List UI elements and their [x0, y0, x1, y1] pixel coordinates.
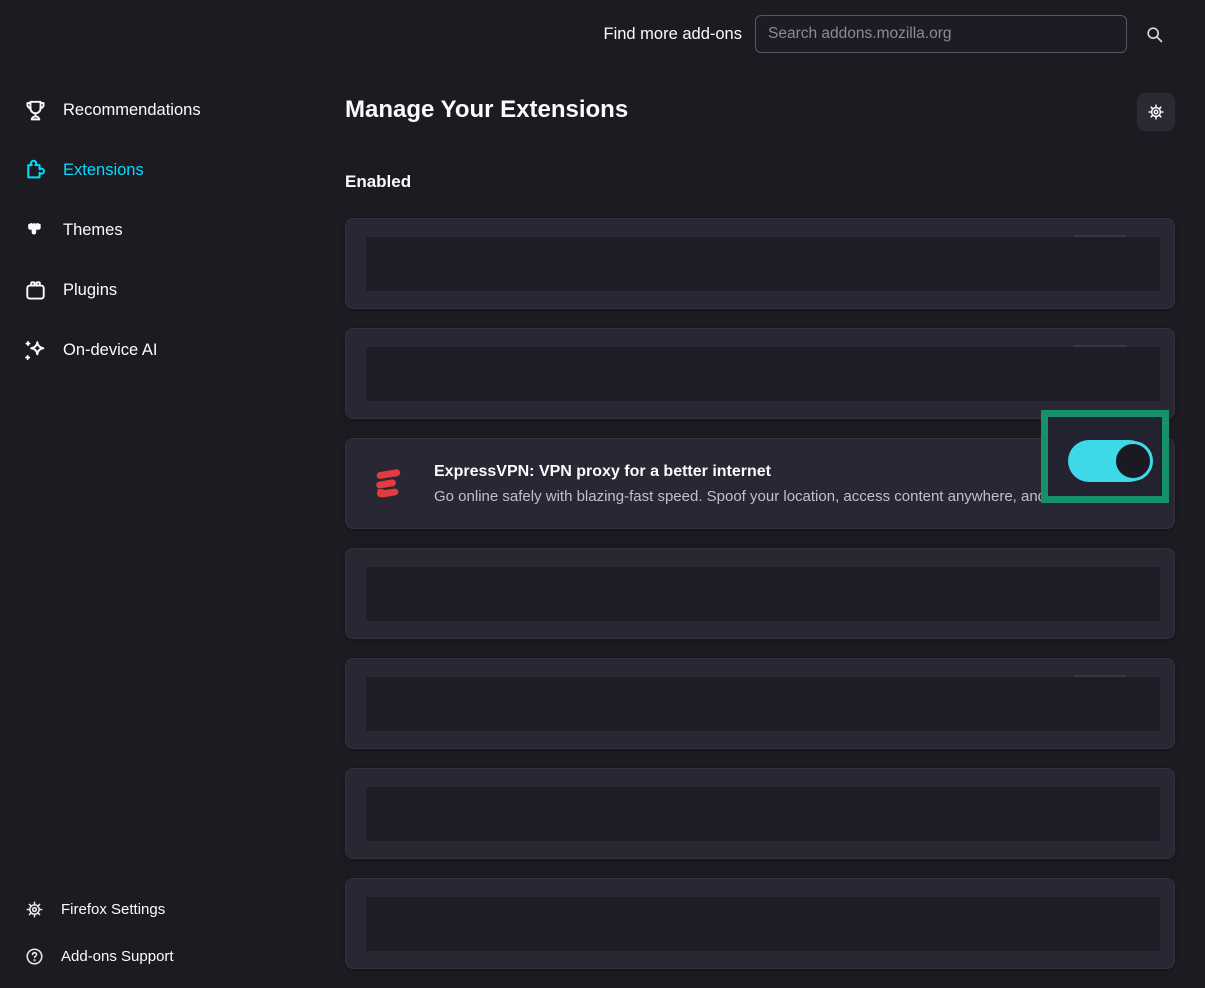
extension-card-redacted[interactable] — [345, 878, 1175, 969]
tools-for-all-addons-button[interactable] — [1137, 93, 1175, 131]
sidebar-item-label: On-device AI — [63, 341, 157, 360]
sidebar-item-themes[interactable]: Themes — [0, 200, 330, 260]
sidebar-item-label: Themes — [63, 221, 123, 240]
question-icon — [24, 946, 45, 967]
extension-card-redacted[interactable] — [345, 658, 1175, 749]
redacted-content — [366, 897, 1160, 951]
sidebar-item-label: Plugins — [63, 281, 117, 300]
extension-card-redacted[interactable] — [345, 328, 1175, 419]
top-search-bar: Find more add-ons — [0, 0, 1205, 68]
puzzle-icon — [22, 157, 49, 184]
gear-icon — [1146, 102, 1166, 122]
sidebar-item-plugins[interactable]: Plugins — [0, 260, 330, 320]
redacted-content — [366, 677, 1160, 731]
toggle-knob — [1113, 441, 1153, 481]
category-sidebar: Recommendations Extensions Themes — [0, 80, 330, 380]
page-title: Manage Your Extensions — [345, 96, 628, 124]
extension-card-redacted[interactable] — [345, 548, 1175, 639]
sidebar-item-label: Firefox Settings — [61, 901, 165, 918]
search-input[interactable] — [755, 15, 1127, 53]
sidebar-item-recommendations[interactable]: Recommendations — [0, 80, 330, 140]
sidebar-footer: Firefox Settings Add-ons Support — [0, 886, 330, 980]
extension-card-list: ExpressVPN: VPN proxy for a better inter… — [345, 218, 1175, 969]
sidebar-item-label: Add-ons Support — [61, 948, 174, 965]
redacted-content — [366, 347, 1160, 401]
extension-card-redacted[interactable] — [345, 218, 1175, 309]
annotation-highlight-box — [1041, 410, 1169, 503]
sidebar-item-addons-support[interactable]: Add-ons Support — [0, 933, 330, 980]
sidebar-item-label: Extensions — [63, 161, 144, 180]
sparkle-icon — [22, 337, 49, 364]
paintbrush-icon — [22, 217, 49, 244]
extension-enable-toggle[interactable] — [1068, 440, 1150, 482]
sidebar-item-extensions[interactable]: Extensions — [0, 140, 330, 200]
enabled-section-heading: Enabled — [345, 172, 411, 192]
sidebar-item-firefox-settings[interactable]: Firefox Settings — [0, 886, 330, 933]
redacted-content — [366, 567, 1160, 621]
sidebar-item-label: Recommendations — [63, 101, 201, 120]
extension-card-redacted[interactable] — [345, 768, 1175, 859]
plug-icon — [22, 277, 49, 304]
find-more-addons-label: Find more add-ons — [604, 25, 743, 44]
addons-manager-page: Find more add-ons Recommendations — [0, 0, 1205, 988]
redacted-content — [366, 237, 1160, 291]
search-icon — [1144, 24, 1165, 45]
redacted-content — [366, 787, 1160, 841]
expressvpn-logo-icon — [366, 461, 412, 507]
trophy-icon — [22, 97, 49, 124]
search-button[interactable] — [1137, 17, 1171, 51]
sidebar-item-on-device-ai[interactable]: On-device AI — [0, 320, 330, 380]
gear-icon — [24, 899, 45, 920]
